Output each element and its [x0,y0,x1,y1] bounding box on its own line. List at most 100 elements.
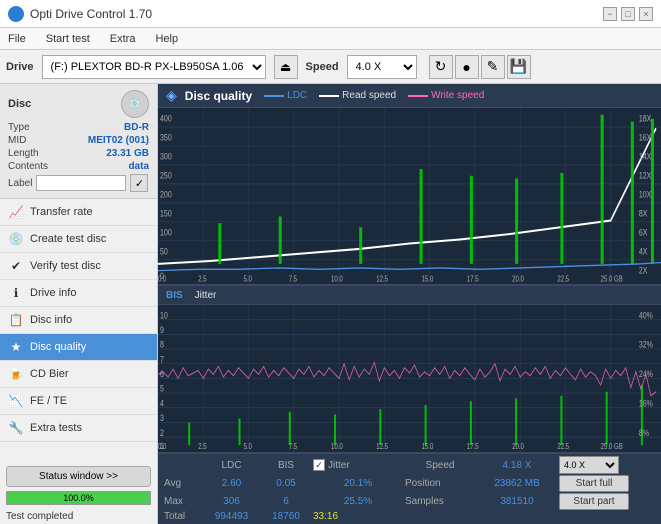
svg-text:2.5: 2.5 [198,443,206,452]
menu-file[interactable]: File [4,31,30,47]
close-button[interactable]: × [639,7,653,21]
drive-label: Drive [6,61,34,73]
drivebar-icons: ↻ ● ✎ 💾 [429,55,531,79]
svg-text:15.0: 15.0 [422,275,434,284]
eject-button[interactable]: ⏏ [274,55,298,79]
svg-text:200: 200 [160,188,172,199]
stats-header-row: LDC BIS ✓ Jitter Speed 4.18 X 4.0 X [164,456,655,474]
svg-text:2: 2 [160,428,164,438]
svg-text:18X: 18X [639,112,652,123]
disc-contents-key: Contents [8,161,48,172]
avg-bis: 0.05 [261,478,311,489]
max-label: Max [164,496,202,507]
nav-item-disc-quality[interactable]: ★ Disc quality [0,334,157,361]
svg-text:250: 250 [160,169,172,180]
svg-text:40%: 40% [639,311,654,321]
nav-item-drive-info[interactable]: ℹ Drive info [0,280,157,307]
start-part-button[interactable]: Start part [559,493,629,510]
disc-label-row: Label ✓ [8,174,149,192]
chart-header: ◈ Disc quality LDC Read speed Write spee… [158,84,661,108]
burn-button[interactable]: ● [455,55,479,79]
speed-header: Speed [405,460,475,471]
jitter-checkbox[interactable]: ✓ [313,459,325,471]
bis-label: BIS [166,290,183,301]
svg-text:20.0: 20.0 [512,275,524,284]
disc-contents-val: data [128,161,149,172]
svg-text:8: 8 [160,340,164,350]
edit-button[interactable]: ✎ [481,55,505,79]
menu-extra[interactable]: Extra [106,31,140,47]
disc-label-confirm-button[interactable]: ✓ [130,174,148,192]
disc-type-key: Type [8,122,30,133]
svg-text:6: 6 [160,369,164,379]
nav-item-cd-bier[interactable]: 🍺 CD Bier [0,361,157,388]
svg-text:8X: 8X [639,207,648,218]
cd-bier-icon: 🍺 [8,366,24,382]
samples-val: 381510 [477,496,557,507]
nav-item-create-test-disc-label: Create test disc [30,233,106,245]
speed-select[interactable]: 4.0 X [347,55,417,79]
drive-select[interactable]: (F:) PLEXTOR BD-R PX-LB950SA 1.06 [42,55,266,79]
svg-text:100: 100 [160,226,172,237]
verify-test-disc-icon: ✔ [8,258,24,274]
max-bis: 6 [261,496,311,507]
menu-help[interactable]: Help [151,31,182,47]
stats-area: LDC BIS ✓ Jitter Speed 4.18 X 4.0 X Avg … [158,453,661,524]
nav-item-transfer-rate-label: Transfer rate [30,206,93,218]
svg-text:14X: 14X [639,150,652,161]
content-area: ◈ Disc quality LDC Read speed Write spee… [158,84,661,524]
app-icon [8,6,24,22]
time-display: 33:16 [313,511,403,522]
disc-label-input[interactable] [36,175,126,191]
nav-item-transfer-rate[interactable]: 📈 Transfer rate [0,199,157,226]
status-window-button[interactable]: Status window >> [6,466,151,487]
disc-mid-row: MID MEIT02 (001) [8,135,149,146]
legend-ldc: LDC [264,90,307,101]
read-label: Read speed [342,90,396,101]
app-title: Opti Drive Control 1.70 [30,7,152,21]
svg-text:10.0: 10.0 [331,443,343,452]
svg-text:10: 10 [160,311,168,321]
svg-text:22.5: 22.5 [557,275,569,284]
disc-length-val: 23.31 GB [106,148,149,159]
svg-text:300: 300 [160,150,172,161]
titlebar: Opti Drive Control 1.70 − □ × [0,0,661,28]
svg-text:3: 3 [160,413,164,423]
refresh-button[interactable]: ↻ [429,55,453,79]
svg-text:25.0 GB: 25.0 GB [601,443,623,452]
disc-contents-row: Contents data [8,161,149,172]
minimize-button[interactable]: − [603,7,617,21]
legend-read: Read speed [319,90,396,101]
drivebar: Drive (F:) PLEXTOR BD-R PX-LB950SA 1.06 … [0,50,661,84]
nav-item-create-test-disc[interactable]: 💿 Create test disc [0,226,157,253]
nav-item-extra-tests[interactable]: 🔧 Extra tests [0,415,157,442]
svg-text:10.0: 10.0 [331,275,343,284]
save-button[interactable]: 💾 [507,55,531,79]
drive-info-icon: ℹ [8,285,24,301]
svg-text:9: 9 [160,325,164,335]
nav-item-fe-te[interactable]: 📉 FE / TE [0,388,157,415]
menu-start-test[interactable]: Start test [42,31,94,47]
svg-text:17.5: 17.5 [467,443,479,452]
svg-text:5.0: 5.0 [244,443,252,452]
svg-text:5.0: 5.0 [244,275,252,284]
maximize-button[interactable]: □ [621,7,635,21]
svg-text:20.0: 20.0 [512,443,524,452]
avg-row: Avg 2.60 0.05 20.1% Position 23862 MB St… [164,475,655,492]
disc-label-key: Label [8,178,32,189]
top-chart-panel: 400 350 300 250 200 150 100 50 0 18X 16X… [158,108,661,285]
start-full-button[interactable]: Start full [559,475,629,492]
nav-item-disc-info[interactable]: 📋 Disc info [0,307,157,334]
ldc-color [264,95,284,97]
disc-label: Disc [8,98,31,110]
read-color [319,95,339,97]
titlebar-controls: − □ × [603,7,653,21]
nav-item-extra-tests-label: Extra tests [30,422,82,434]
svg-text:12.5: 12.5 [376,275,388,284]
svg-text:7.5: 7.5 [289,275,297,284]
speed-dropdown[interactable]: 4.0 X [559,456,619,474]
disc-type-val: BD-R [124,122,149,133]
nav-items: 📈 Transfer rate 💿 Create test disc ✔ Ver… [0,199,157,462]
write-color [408,95,428,97]
nav-item-verify-test-disc[interactable]: ✔ Verify test disc [0,253,157,280]
